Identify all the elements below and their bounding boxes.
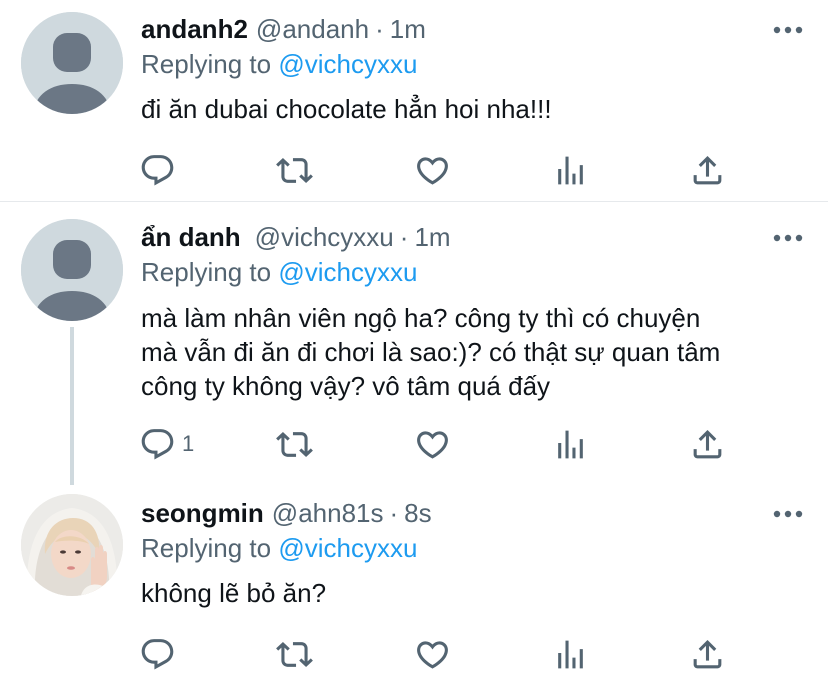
- share-icon: [689, 426, 726, 463]
- handle[interactable]: @vichcyxxu: [255, 222, 394, 252]
- like-icon: [414, 426, 451, 463]
- like-button[interactable]: [414, 634, 451, 674]
- handle[interactable]: @ahn81s: [272, 498, 384, 528]
- more-options-icon[interactable]: [770, 228, 806, 248]
- analytics-button[interactable]: [552, 150, 589, 190]
- share-icon: [689, 636, 726, 673]
- share-button[interactable]: [689, 150, 726, 190]
- reply-icon: [139, 426, 176, 463]
- replying-to: Replying to @vichcyxxu: [141, 255, 417, 289]
- retweet-icon: [276, 152, 313, 189]
- tweet-text: mà làm nhân viên ngộ ha? công ty thì có …: [141, 303, 721, 401]
- like-button[interactable]: [414, 424, 451, 464]
- retweet-icon: [276, 426, 313, 463]
- more-options-icon[interactable]: [770, 20, 806, 40]
- display-name[interactable]: ẩn danh: [141, 222, 241, 252]
- share-button[interactable]: [689, 634, 726, 674]
- share-button[interactable]: [689, 424, 726, 464]
- replying-handle-link[interactable]: @vichcyxxu: [278, 533, 417, 563]
- separator-dot: ·: [389, 498, 399, 528]
- analytics-icon: [552, 152, 589, 189]
- tweet-text: không lẽ bỏ ăn?: [141, 578, 327, 608]
- default-avatar-icon: [21, 12, 123, 114]
- retweet-button[interactable]: [276, 634, 313, 674]
- more-options-icon[interactable]: [770, 504, 806, 524]
- replying-to: Replying to @vichcyxxu: [141, 47, 417, 81]
- user-photo-avatar: [21, 494, 123, 596]
- reply-button[interactable]: [139, 150, 182, 190]
- tweet-header: andanh2 @andanh · 1m: [141, 12, 426, 46]
- replying-prefix: Replying to: [141, 49, 272, 79]
- tweet-3[interactable]: seongmin @ahn81s · 8s Replying to @vichcyxx…: [0, 482, 828, 684]
- reply-icon: [139, 636, 176, 673]
- like-icon: [414, 636, 451, 673]
- like-icon: [414, 152, 451, 189]
- analytics-icon: [552, 636, 589, 673]
- replying-to: Replying to @vichcyxxu: [141, 531, 417, 565]
- avatar[interactable]: [21, 494, 123, 596]
- tweet-header: ẩn danh @vichcyxxu · 1m: [141, 220, 451, 254]
- thread-line: [70, 327, 74, 485]
- analytics-icon: [552, 426, 589, 463]
- tweet-1[interactable]: andanh2 @andanh · 1m Replying to @vichcyxxu…: [0, 0, 828, 200]
- display-name[interactable]: andanh2: [141, 14, 248, 44]
- timestamp[interactable]: 1m: [390, 14, 426, 44]
- default-avatar-icon: [21, 219, 123, 321]
- retweet-button[interactable]: [276, 424, 313, 464]
- analytics-button[interactable]: [552, 634, 589, 674]
- tweet-header: seongmin @ahn81s · 8s: [141, 496, 432, 530]
- retweet-button[interactable]: [276, 150, 313, 190]
- analytics-button[interactable]: [552, 424, 589, 464]
- replying-handle-link[interactable]: @vichcyxxu: [278, 49, 417, 79]
- like-button[interactable]: [414, 150, 451, 190]
- retweet-icon: [276, 636, 313, 673]
- timestamp[interactable]: 8s: [404, 498, 431, 528]
- reply-icon: [139, 152, 176, 189]
- tweet-text: đi ăn dubai chocolate hẳn hoi nha!!!: [141, 94, 552, 124]
- avatar[interactable]: [21, 12, 123, 114]
- replying-handle-link[interactable]: @vichcyxxu: [278, 257, 417, 287]
- timestamp[interactable]: 1m: [414, 222, 450, 252]
- share-icon: [689, 152, 726, 189]
- separator-dot: ·: [399, 222, 409, 252]
- reply-count: 1: [182, 431, 195, 456]
- reply-button[interactable]: [139, 634, 182, 674]
- replying-prefix: Replying to: [141, 257, 272, 287]
- replying-prefix: Replying to: [141, 533, 272, 563]
- avatar[interactable]: [21, 219, 123, 321]
- tweet-2[interactable]: ẩn danh @vichcyxxu · 1m Replying to @vichcy…: [0, 202, 828, 485]
- display-name[interactable]: seongmin: [141, 498, 264, 528]
- reply-button[interactable]: 1: [139, 424, 194, 464]
- handle[interactable]: @andanh: [256, 14, 369, 44]
- separator-dot: ·: [375, 14, 384, 44]
